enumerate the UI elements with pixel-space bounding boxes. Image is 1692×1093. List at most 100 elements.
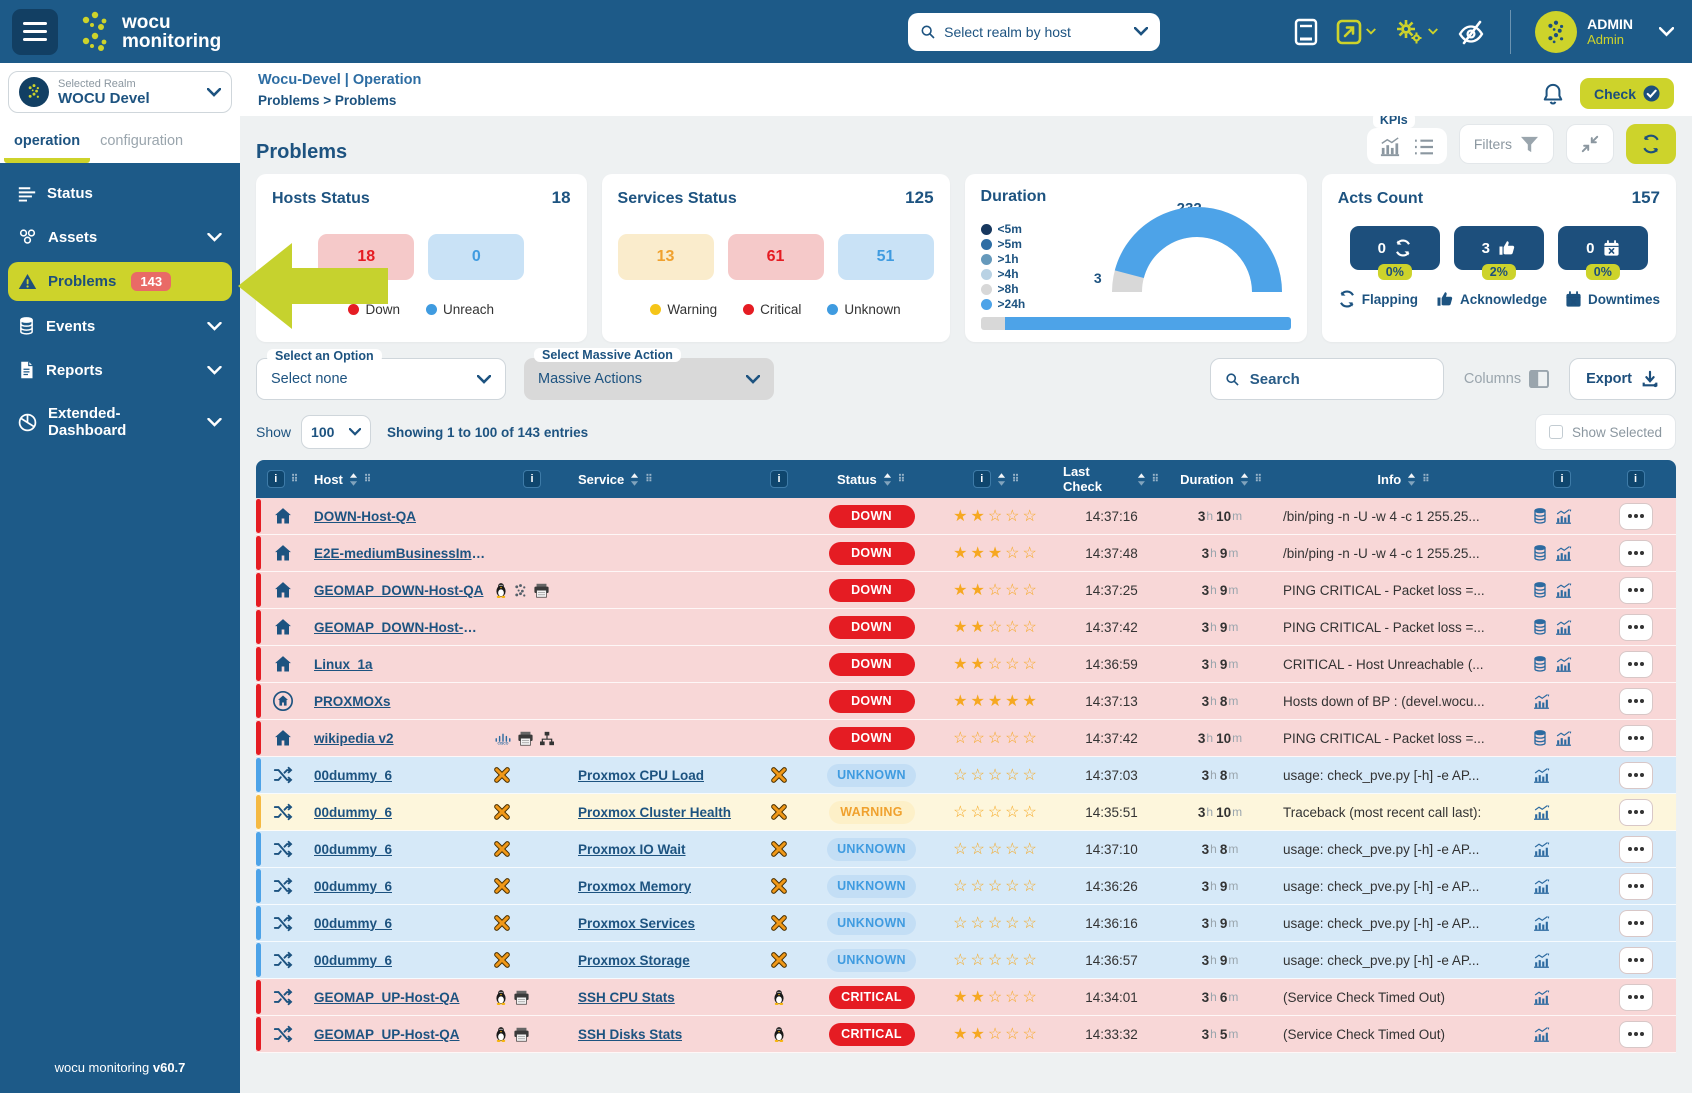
- tab-operation[interactable]: operation: [4, 121, 90, 163]
- filters-button[interactable]: Filters: [1459, 124, 1554, 164]
- visibility-toggle-button[interactable]: [1456, 18, 1486, 46]
- host-link[interactable]: PROXMOXs: [314, 694, 391, 709]
- status-count-box[interactable]: 13: [618, 234, 714, 280]
- table-row[interactable]: wikipedia v2 CISCO DOWN ☆☆☆☆☆ 14:37:42 3…: [256, 720, 1676, 757]
- sidebar-item-events[interactable]: Events: [8, 307, 232, 345]
- table-row[interactable]: 00dummy_6 Proxmox Cluster Health WARNING…: [256, 794, 1676, 831]
- service-link[interactable]: Proxmox Cluster Health: [578, 805, 731, 820]
- info-tooltip-icon[interactable]: i: [1627, 470, 1645, 488]
- table-row[interactable]: GEOMAP_DOWN-Host-QA DOWN ★★☆☆☆ 14:37:25 …: [256, 572, 1676, 609]
- row-actions-button[interactable]: [1619, 762, 1653, 789]
- criticality-stars[interactable]: ☆☆☆☆☆: [953, 802, 1040, 822]
- row-actions-button[interactable]: [1619, 503, 1653, 530]
- bell-icon[interactable]: [1542, 82, 1564, 106]
- col-duration[interactable]: Duration: [1180, 472, 1233, 487]
- row-actions-button[interactable]: [1619, 651, 1653, 678]
- row-actions-button[interactable]: [1619, 614, 1653, 641]
- drag-handle-icon[interactable]: ⠿: [291, 474, 299, 485]
- sort-icon[interactable]: [997, 473, 1006, 486]
- kpi-chart-icon[interactable]: [1379, 137, 1401, 157]
- table-row[interactable]: 00dummy_6 Proxmox CPU Load UNKNOWN ☆☆☆☆☆…: [256, 757, 1676, 794]
- columns-button[interactable]: Columns: [1464, 370, 1549, 388]
- service-link[interactable]: Proxmox Services: [578, 916, 695, 931]
- act-tile-flapping[interactable]: 0 0%: [1350, 226, 1440, 270]
- breadcrumb[interactable]: Wocu-Devel | Operation: [258, 72, 421, 88]
- host-link[interactable]: 00dummy_6: [314, 953, 392, 968]
- drag-handle-icon[interactable]: ⠿: [645, 474, 653, 485]
- sort-icon[interactable]: [1137, 473, 1146, 486]
- criticality-stars[interactable]: ★★☆☆☆: [953, 1024, 1040, 1044]
- row-actions-button[interactable]: [1619, 725, 1653, 752]
- selected-realm-select[interactable]: Selected Realm WOCU Devel: [8, 71, 232, 113]
- drag-handle-icon[interactable]: ⠿: [898, 474, 906, 485]
- external-tools-menu[interactable]: [1336, 19, 1376, 45]
- table-row[interactable]: 00dummy_6 Proxmox IO Wait UNKNOWN ☆☆☆☆☆ …: [256, 831, 1676, 868]
- host-link[interactable]: 00dummy_6: [314, 805, 392, 820]
- info-tooltip-icon[interactable]: i: [973, 470, 991, 488]
- criticality-stars[interactable]: ☆☆☆☆☆: [953, 839, 1040, 859]
- col-status[interactable]: Status: [837, 472, 877, 487]
- drag-handle-icon[interactable]: ⠿: [1422, 474, 1430, 485]
- option-select[interactable]: Select an Option Select none: [256, 358, 506, 400]
- drag-handle-icon[interactable]: ⠿: [1012, 474, 1020, 485]
- sort-icon[interactable]: [1240, 473, 1249, 486]
- sort-icon[interactable]: [630, 473, 639, 486]
- service-link[interactable]: Proxmox Memory: [578, 879, 691, 894]
- breadcrumb-sub[interactable]: Problems > Problems: [258, 93, 421, 108]
- export-button[interactable]: Export: [1569, 358, 1676, 400]
- sidebar-item-extended-dashboard[interactable]: Extended-Dashboard: [8, 395, 232, 449]
- criticality-stars[interactable]: ☆☆☆☆☆: [953, 950, 1040, 970]
- massive-actions-select[interactable]: Select Massive Action Massive Actions: [524, 358, 774, 400]
- status-count-box[interactable]: 51: [838, 234, 934, 280]
- service-link[interactable]: SSH CPU Stats: [578, 990, 675, 1005]
- table-search[interactable]: [1210, 358, 1444, 400]
- service-link[interactable]: Proxmox Storage: [578, 953, 690, 968]
- host-link[interactable]: GEOMAP_DOWN-Host-QA2: [314, 620, 486, 635]
- status-count-box[interactable]: 18: [318, 234, 414, 280]
- refresh-button[interactable]: [1626, 124, 1676, 164]
- drag-handle-icon[interactable]: ⠿: [1152, 474, 1160, 485]
- host-link[interactable]: 00dummy_6: [314, 842, 392, 857]
- host-link[interactable]: DOWN-Host-QA: [314, 509, 416, 524]
- sort-icon[interactable]: [1407, 473, 1416, 486]
- act-tile-downtimes[interactable]: 0 0%: [1558, 226, 1648, 270]
- row-actions-button[interactable]: [1619, 1021, 1653, 1048]
- info-tooltip-icon[interactable]: i: [1553, 470, 1571, 488]
- service-link[interactable]: Proxmox IO Wait: [578, 842, 686, 857]
- criticality-stars[interactable]: ★★☆☆☆: [953, 987, 1040, 1007]
- search-input[interactable]: [1250, 371, 1429, 388]
- row-actions-button[interactable]: [1619, 873, 1653, 900]
- criticality-stars[interactable]: ☆☆☆☆☆: [953, 728, 1040, 748]
- host-link[interactable]: GEOMAP_UP-Host-QA: [314, 990, 460, 1005]
- table-row[interactable]: GEOMAP_DOWN-Host-QA2 DOWN ★★☆☆☆ 14:37:42…: [256, 609, 1676, 646]
- criticality-stars[interactable]: ★★★★★: [953, 691, 1040, 711]
- col-host[interactable]: Host: [314, 472, 343, 487]
- user-menu[interactable]: ADMIN Admin: [1535, 11, 1674, 53]
- table-row[interactable]: 00dummy_6 Proxmox Memory UNKNOWN ☆☆☆☆☆ 1…: [256, 868, 1676, 905]
- sidebar-item-status[interactable]: Status: [8, 175, 232, 212]
- kpi-list-icon[interactable]: [1413, 138, 1435, 156]
- criticality-stars[interactable]: ★★☆☆☆: [953, 580, 1040, 600]
- row-actions-button[interactable]: [1619, 688, 1653, 715]
- table-row[interactable]: PROXMOXs DOWN ★★★★★ 14:37:13 3h8m Hosts …: [256, 683, 1676, 720]
- info-tooltip-icon[interactable]: i: [267, 470, 285, 488]
- row-actions-button[interactable]: [1619, 540, 1653, 567]
- tab-configuration[interactable]: configuration: [90, 121, 193, 163]
- col-info[interactable]: Info: [1377, 472, 1401, 487]
- col-last-check[interactable]: Last Check: [1063, 464, 1131, 494]
- sort-icon[interactable]: [883, 473, 892, 486]
- host-link[interactable]: GEOMAP_DOWN-Host-QA: [314, 583, 484, 598]
- row-actions-button[interactable]: [1619, 577, 1653, 604]
- sort-icon[interactable]: [349, 473, 358, 486]
- page-size-select[interactable]: 100: [301, 415, 371, 449]
- host-link[interactable]: Linux_1a: [314, 657, 373, 672]
- criticality-stars[interactable]: ★★☆☆☆: [953, 617, 1040, 637]
- host-link[interactable]: 00dummy_6: [314, 768, 392, 783]
- host-link[interactable]: E2E-mediumBusinessImpactHost: [314, 546, 486, 561]
- table-row[interactable]: Linux_1a DOWN ★★☆☆☆ 14:36:59 3h9m CRITIC…: [256, 646, 1676, 683]
- table-row[interactable]: GEOMAP_UP-Host-QA SSH Disks Stats CRITIC…: [256, 1016, 1676, 1053]
- host-link[interactable]: 00dummy_6: [314, 916, 392, 931]
- row-actions-button[interactable]: [1619, 799, 1653, 826]
- sidebar-item-assets[interactable]: Assets: [8, 218, 232, 256]
- host-link[interactable]: wikipedia v2: [314, 731, 394, 746]
